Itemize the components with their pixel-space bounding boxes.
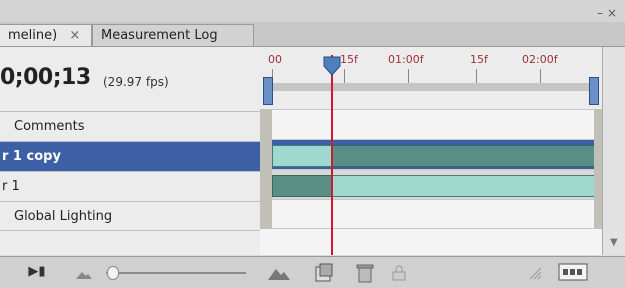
ruler-tick xyxy=(344,69,345,83)
track-area xyxy=(260,109,602,255)
ruler-label: 15f xyxy=(470,53,488,66)
layer-duration-bar[interactable] xyxy=(272,175,334,197)
ruler-label: 15f xyxy=(340,53,358,66)
close-icon[interactable]: × xyxy=(69,28,80,43)
panel-menu-icon[interactable] xyxy=(558,263,588,281)
track-comments xyxy=(260,109,602,139)
panel-titlebar: – × xyxy=(0,0,625,24)
work-area-bar[interactable] xyxy=(268,83,598,91)
lock-icon[interactable] xyxy=(392,265,406,281)
ruler-tick xyxy=(476,69,477,83)
layer-list: 0;00;13 (29.97 fps) Comments r 1 copy r … xyxy=(0,47,261,255)
play-button[interactable]: ▶▮ xyxy=(26,263,48,281)
new-layer-icon[interactable] xyxy=(314,263,334,283)
layer-label: Global Lighting xyxy=(14,209,113,224)
tab-measurement-log-label: Measurement Log xyxy=(101,28,218,43)
mountain-large-icon[interactable] xyxy=(268,266,290,280)
trash-icon[interactable] xyxy=(356,263,374,283)
ruler-label: 01:00f xyxy=(388,53,424,66)
layer-label: r 1 copy xyxy=(2,149,61,164)
layer-row-global-lighting[interactable]: Global Lighting xyxy=(0,201,260,231)
ruler-label: 02:00f xyxy=(522,53,558,66)
vertical-scrollbar[interactable]: ▼ xyxy=(602,47,625,255)
timeline-panel: – × meline) × Measurement Log ▾≡ 0;00;13… xyxy=(0,0,625,288)
tab-measurement-log[interactable]: Measurement Log xyxy=(92,24,254,46)
zoom-slider-thumb[interactable] xyxy=(107,266,119,280)
time-ruler[interactable]: 00 15f 01:00f 15f 02:00f xyxy=(260,47,602,110)
work-area-start-handle[interactable] xyxy=(263,77,273,105)
bottom-toolbar: ▶▮ xyxy=(0,256,625,288)
ruler-label: 00 xyxy=(268,53,282,66)
work-area-end-handle[interactable] xyxy=(589,77,599,105)
playhead-line[interactable] xyxy=(331,55,333,255)
tab-timeline-label: meline) xyxy=(8,28,58,43)
frame-rate: (29.97 fps) xyxy=(103,75,169,89)
layer-duration-bar[interactable] xyxy=(272,145,334,167)
ruler-tick xyxy=(408,69,409,83)
window-controls[interactable]: – × xyxy=(597,6,617,20)
playhead-handle-icon[interactable] xyxy=(323,56,341,76)
tab-strip: meline) × Measurement Log ▾≡ xyxy=(0,22,625,61)
current-timecode[interactable]: 0;00;13 xyxy=(0,65,91,90)
track-left-edge xyxy=(260,109,272,229)
track-global-lighting xyxy=(260,199,602,229)
zoom-slider-track[interactable] xyxy=(106,272,246,274)
resize-grip-icon[interactable] xyxy=(528,266,542,280)
mountain-small-icon[interactable] xyxy=(76,267,92,279)
layer-row-layer1[interactable]: r 1 xyxy=(0,171,260,201)
track-layer1 xyxy=(260,169,602,199)
layer-row-copy[interactable]: r 1 copy xyxy=(0,141,260,171)
track-copy xyxy=(260,139,602,169)
layer-row-comments[interactable]: Comments xyxy=(0,111,260,141)
scroll-down-icon[interactable]: ▼ xyxy=(610,237,618,248)
layer-label: Comments xyxy=(14,119,85,134)
track-right-edge xyxy=(594,109,602,229)
tab-timeline[interactable]: meline) × xyxy=(0,24,92,46)
ruler-tick xyxy=(540,69,541,83)
layer-label: r 1 xyxy=(2,179,20,194)
layer-duration-bar[interactable] xyxy=(332,175,596,197)
layer-duration-bar[interactable] xyxy=(332,145,596,167)
